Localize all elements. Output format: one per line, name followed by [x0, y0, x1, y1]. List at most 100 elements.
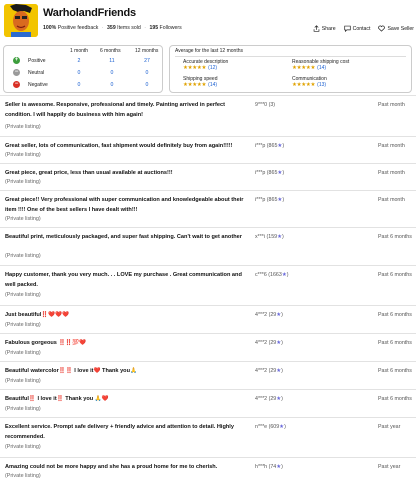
- column-header: 6 months: [100, 48, 121, 54]
- star-rating-icon: ★★★★★: [183, 82, 207, 88]
- feedback-item: Great piece!! Very professional with sup…: [0, 190, 416, 227]
- rating-count-link[interactable]: 0: [137, 82, 157, 88]
- feedback-comment: Fabulous gorgeous ‼️‼️💯❤️: [5, 340, 87, 346]
- column-header: 12 months: [135, 48, 159, 54]
- private-listing-label: (Private listing): [5, 152, 41, 158]
- save-seller-button[interactable]: Save Seller: [378, 25, 414, 32]
- separator-dot: ·: [101, 25, 104, 31]
- plus-icon: +: [13, 57, 20, 64]
- seller-avatar[interactable]: [4, 4, 38, 37]
- minus-icon: −: [13, 69, 20, 76]
- star-rating-icon: ★★★★★: [292, 82, 316, 88]
- username: x***i: [255, 234, 266, 240]
- feedback-time: Past 6 months: [378, 368, 412, 374]
- feedback-comment: Beautiful‼️ I love it‼️ Thank you 🙏❤️: [5, 396, 109, 402]
- feedback-comment: Amazing could not be more happy and she …: [5, 464, 218, 470]
- rating-shipping-speed: Shipping speed ★★★★★ (14): [183, 76, 217, 88]
- column-header: 1 month: [70, 48, 89, 54]
- buyer-username[interactable]: h***h (74★): [255, 464, 283, 470]
- chat-icon: [343, 25, 351, 32]
- feedback-score: (865: [266, 143, 278, 149]
- private-listing-label: (Private listing): [5, 473, 41, 479]
- buyer-username[interactable]: 9***0 (3): [255, 102, 275, 108]
- feedback-star-icon: ★: [277, 234, 283, 240]
- username: n***e: [255, 424, 268, 430]
- rating-count-link[interactable]: 0: [102, 70, 122, 76]
- share-button[interactable]: Share: [313, 25, 336, 32]
- buyer-username[interactable]: x***i (159★): [255, 234, 284, 240]
- feedback-score: (865: [266, 170, 278, 176]
- rating-label: Neutral: [28, 70, 45, 76]
- feedback-score: (1663: [268, 272, 282, 278]
- rating-label: Positive: [28, 58, 46, 64]
- feedback-comment: Just beautiful‼️❤️❤️❤️: [5, 312, 70, 318]
- rating-count-link[interactable]: 27: [137, 58, 157, 64]
- rating-count-link[interactable]: 11: [102, 58, 122, 64]
- star-rating-icon: ★★★★★: [292, 65, 316, 71]
- username: 4***2: [255, 396, 268, 402]
- feedback-item: Beautiful watercolor‼️‼️ I love it❤️ Tha…: [0, 361, 416, 389]
- rating-count-link[interactable]: 2: [69, 58, 89, 64]
- buyer-username[interactable]: n***e (609★): [255, 424, 286, 430]
- rating-count-link[interactable]: 0: [69, 82, 89, 88]
- buyer-username[interactable]: 4***2 (29★): [255, 368, 283, 374]
- buyer-username[interactable]: i***p (865★): [255, 143, 284, 149]
- followers-label: Followers: [159, 25, 182, 31]
- feedback-star-icon: ★: [276, 340, 282, 346]
- share-label: Share: [321, 25, 336, 32]
- username: i***p: [255, 143, 266, 149]
- feedback-item: Happy customer, thank you very much. . .…: [0, 265, 416, 305]
- feedback-time: Past month: [378, 170, 405, 176]
- feedback-comment: Beautiful print, meticulously packaged, …: [5, 234, 242, 240]
- feedback-item: Amazing could not be more happy and she …: [0, 457, 416, 481]
- private-listing-label: (Private listing): [5, 124, 41, 130]
- feedback-time: Past month: [378, 143, 405, 149]
- feedback-star-icon: ★: [281, 272, 287, 278]
- feedback-ratings-card: 1 month 6 months 12 months + Positive 2 …: [3, 45, 163, 93]
- rating-count-link[interactable]: 0: [69, 70, 89, 76]
- rating-count-link[interactable]: 0: [102, 82, 122, 88]
- buyer-username[interactable]: c***6 (1663★): [255, 272, 289, 278]
- heart-icon: [378, 25, 386, 32]
- save-seller-label: Save Seller: [387, 25, 414, 32]
- feedback-item: Beautiful print, meticulously packaged, …: [0, 227, 416, 265]
- share-icon: [313, 25, 320, 32]
- buyer-username[interactable]: i***p (865★): [255, 170, 284, 176]
- private-listing-label: (Private listing): [5, 444, 41, 450]
- followers-count: 195: [149, 25, 159, 31]
- buyer-username[interactable]: 4***2 (29★): [255, 340, 283, 346]
- divider: [175, 56, 406, 57]
- private-listing-label: (Private listing): [5, 292, 41, 298]
- username: 4***2: [255, 340, 268, 346]
- contact-label: Contact: [352, 25, 371, 32]
- feedback-star-icon: ★: [276, 396, 282, 402]
- username: 4***2: [255, 312, 268, 318]
- feedback-star-icon: ★: [276, 368, 282, 374]
- username: i***p: [255, 197, 266, 203]
- rating-count: (12): [208, 65, 218, 71]
- items-sold-label: Items sold: [117, 25, 141, 31]
- feedback-time: Past month: [378, 197, 405, 203]
- feedback-comment: Seller is awesome. Responsive, professio…: [5, 102, 225, 118]
- buyer-username[interactable]: 4***2 (29★): [255, 312, 283, 318]
- rating-count-link[interactable]: 0: [137, 70, 157, 76]
- feedback-star-icon: ★: [277, 170, 283, 176]
- feedback-time: Past month: [378, 102, 405, 108]
- feedback-score: (609: [268, 424, 280, 430]
- seller-name[interactable]: WarholandFriends: [43, 7, 136, 19]
- contact-button[interactable]: Contact: [343, 25, 371, 32]
- feedback-score: (159: [266, 234, 278, 240]
- buyer-username[interactable]: i***p (865★): [255, 197, 284, 203]
- feedback-item: Just beautiful‼️❤️❤️❤️ (Private listing)…: [0, 305, 416, 333]
- seller-stats: 100% Positive feedback · 359 Items sold …: [43, 25, 182, 31]
- buyer-username[interactable]: 4***2 (29★): [255, 396, 283, 402]
- feedback-star-icon: ★: [277, 197, 283, 203]
- rating-count: (14): [208, 82, 218, 88]
- feedback-comment: Beautiful watercolor‼️‼️ I love it❤️ Tha…: [5, 368, 137, 374]
- feedback-time: Past year: [378, 464, 401, 470]
- feedback-item: Fabulous gorgeous ‼️‼️💯❤️ (Private listi…: [0, 333, 416, 361]
- header-actions: Share Contact Save Seller: [313, 25, 414, 32]
- feedback-item: Excellent service. Prompt safe delivery …: [0, 417, 416, 457]
- feedback-comment: Great seller, lots of communication, fas…: [5, 143, 233, 149]
- minus-icon: −: [13, 81, 20, 88]
